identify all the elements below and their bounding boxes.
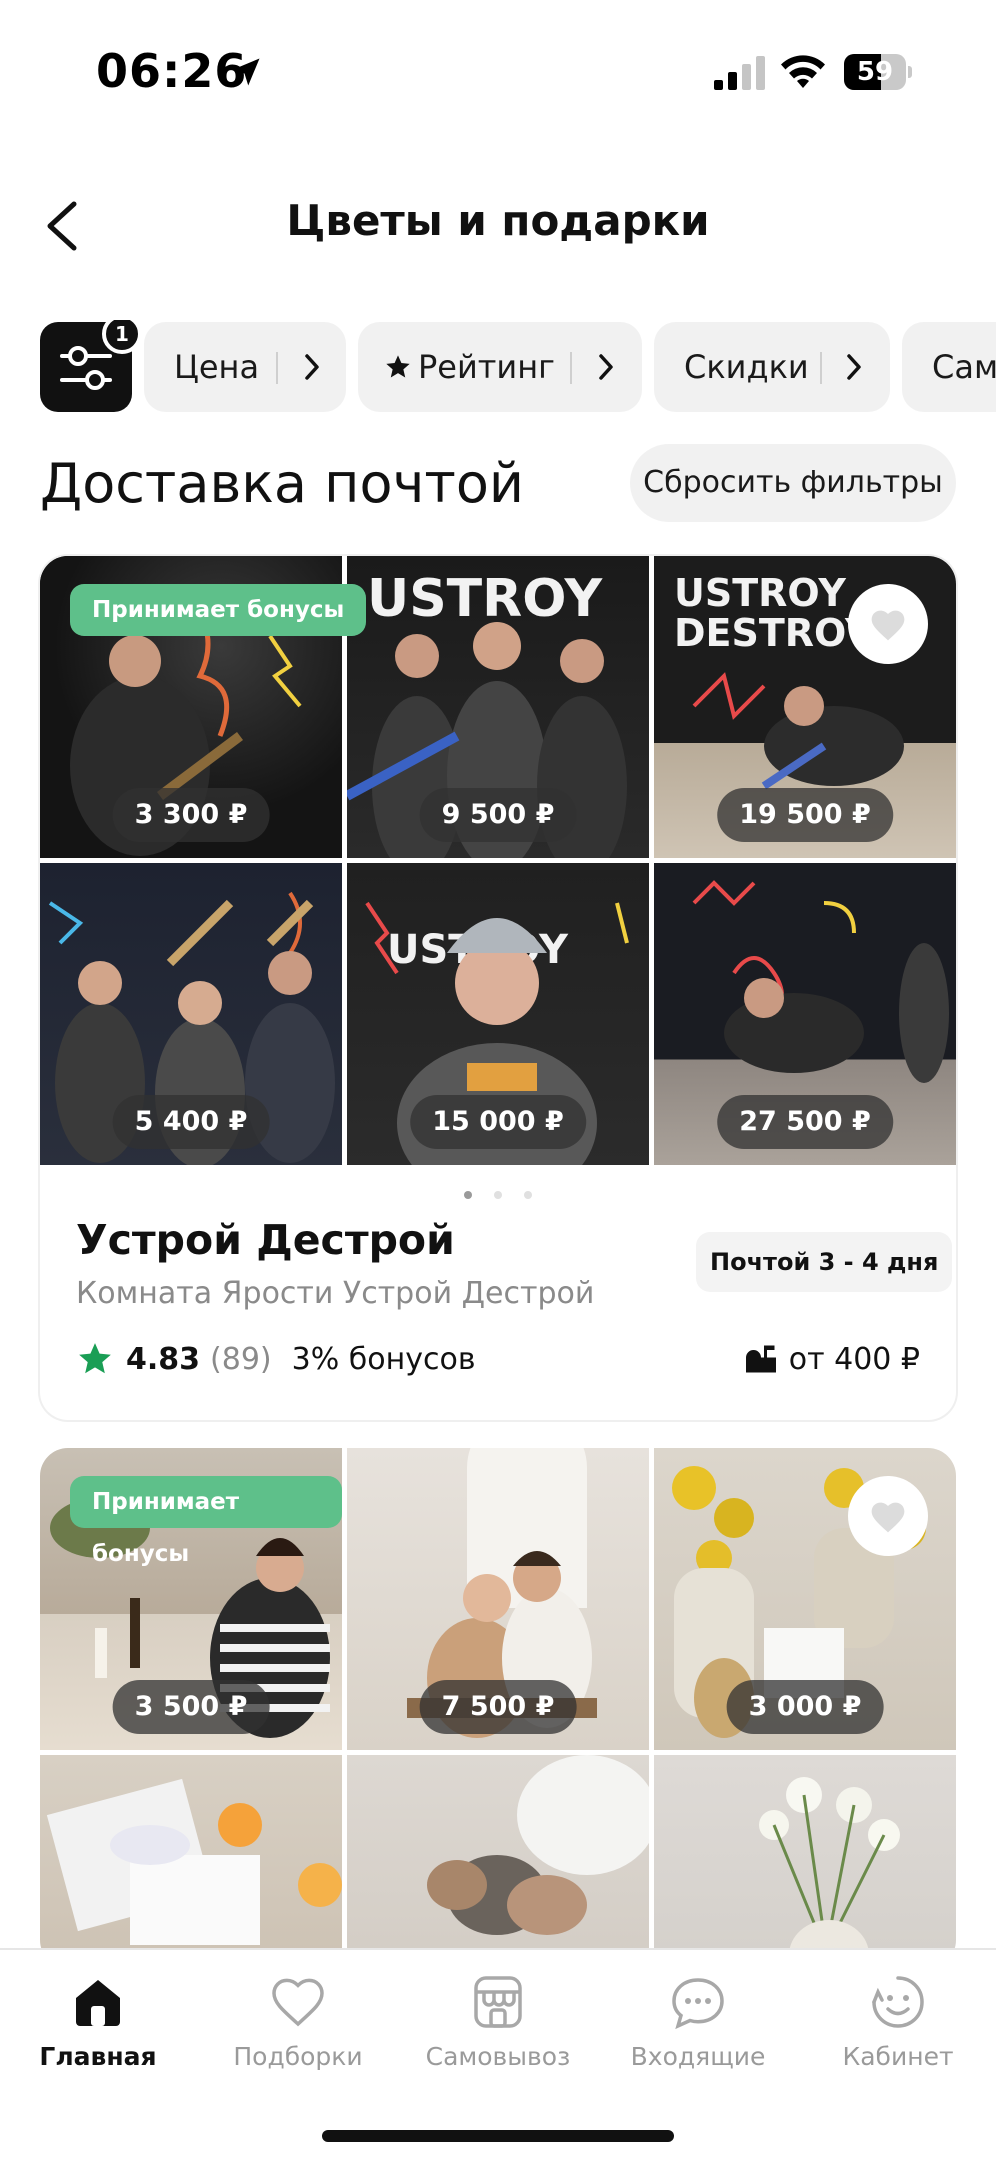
star-icon <box>79 1343 111 1374</box>
photo-tile[interactable]: USTROY 15 000 ₽ <box>347 863 649 1165</box>
pagination-dot <box>494 1191 502 1199</box>
chat-icon <box>672 1978 724 2030</box>
photo-tile[interactable]: Принимает бонусы 3 500 ₽ <box>40 1448 342 1750</box>
nav-profile[interactable]: Кабинет <box>808 1972 988 2071</box>
photo-tile[interactable]: 5 400 ₽ <box>40 863 342 1165</box>
bonus-badge: Принимает бонусы <box>70 1476 342 1567</box>
chevron-right-icon <box>847 354 861 380</box>
price-tag: 9 500 ₽ <box>419 788 577 842</box>
wifi-icon <box>781 55 825 88</box>
chip-label: Цена <box>174 348 260 386</box>
shipping-price: от 400 ₽ <box>743 1336 920 1382</box>
home-indicator <box>322 2130 674 2142</box>
pagination-dot <box>524 1191 532 1199</box>
home-icon <box>76 1980 120 2026</box>
heart-icon <box>272 1978 324 2027</box>
status-bar: 06:26 59 <box>0 0 996 140</box>
photo-gallery[interactable]: 3 300 ₽ USTROY 9 500 ₽ USTROY DESTROY 19 … <box>40 556 956 1168</box>
chip-label: Рейтинг <box>418 348 555 386</box>
photo-tile[interactable]: USTROY DESTROY 19 500 ₽ <box>654 556 956 858</box>
favorite-button[interactable] <box>848 1476 928 1556</box>
shop-card[interactable]: 3 300 ₽ USTROY 9 500 ₽ USTROY DESTROY 19 … <box>40 556 956 1420</box>
star-icon <box>386 355 410 378</box>
svg-text:USTROY: USTROY <box>367 569 604 629</box>
shop-name: Устрой Дестрой <box>76 1216 455 1264</box>
filter-count-badge: 1 <box>102 320 142 354</box>
photo-tile[interactable]: 27 500 ₽ <box>654 863 956 1165</box>
price-tag: 3 000 ₽ <box>726 1680 884 1734</box>
chip-label: Скидки <box>684 348 809 386</box>
page-title: Цветы и подарки <box>286 196 710 245</box>
photo-gallery[interactable]: Принимает бонусы 3 500 ₽ 7 500 ₽ 3 000 ₽ <box>40 1448 956 1968</box>
delivery-tag: Почтой 3 - 4 дня <box>696 1232 953 1292</box>
reset-filters-button[interactable]: Сбросить фильтры <box>630 444 956 522</box>
photo-tile[interactable] <box>347 1755 649 1968</box>
nav-label: Кабинет <box>842 2042 954 2071</box>
battery-indicator: 59 <box>844 54 912 90</box>
svg-text:DESTROY: DESTROY <box>674 611 873 655</box>
nav-collections[interactable]: Подборки <box>208 1972 388 2071</box>
nav-pickup[interactable]: Самовывоз <box>408 1972 588 2071</box>
nav-inbox[interactable]: Входящие <box>608 1972 788 2071</box>
shop-card[interactable]: Принимает бонусы 3 500 ₽ 7 500 ₽ 3 000 ₽ <box>40 1448 956 1968</box>
chevron-right-icon <box>599 354 613 380</box>
section-title: Доставка почтой <box>40 452 524 515</box>
photo-tile[interactable]: USTROY 9 500 ₽ <box>347 556 649 858</box>
nav-label: Главная <box>39 2042 157 2071</box>
photo-tile[interactable] <box>40 1755 342 1968</box>
heart-icon <box>871 610 905 641</box>
filter-chip-price[interactable]: Цена <box>144 322 346 412</box>
photo-tile[interactable] <box>654 1755 956 1968</box>
bottom-navigation: Главная Подборки Самовывоз Входящие Каби… <box>0 1948 996 2160</box>
shipping-label: от 400 ₽ <box>788 1341 920 1377</box>
filter-bar: 1 Цена Рейтинг Скидки Сам <box>0 320 996 414</box>
store-icon <box>474 1976 522 2028</box>
bonus-badge: Принимает бонусы <box>70 584 367 636</box>
favorite-button[interactable] <box>848 584 928 664</box>
price-tag: 5 400 ₽ <box>112 1095 270 1149</box>
review-count: (89) <box>210 1341 272 1377</box>
gallery-pagination <box>40 1184 956 1203</box>
heart-icon <box>871 1502 905 1533</box>
status-time: 06:26 <box>96 44 248 98</box>
filter-chip-pickup[interactable]: Сам <box>902 322 996 412</box>
nav-label: Самовывоз <box>425 2042 571 2071</box>
chip-label: Сам <box>932 348 996 386</box>
price-tag: 3 500 ₽ <box>112 1680 270 1734</box>
chevron-right-icon <box>305 354 319 380</box>
photo-tile[interactable]: 7 500 ₽ <box>347 1448 649 1750</box>
location-arrow-icon <box>232 58 260 86</box>
price-tag: 27 500 ₽ <box>717 1095 893 1149</box>
filter-chip-rating[interactable]: Рейтинг <box>358 322 642 412</box>
price-tag: 15 000 ₽ <box>410 1095 586 1149</box>
rating-row: 4.83 (89) 3% бонусов <box>76 1336 476 1382</box>
price-tag: 19 500 ₽ <box>717 788 893 842</box>
mailbox-icon <box>745 1345 776 1373</box>
price-tag: 7 500 ₽ <box>419 1680 577 1734</box>
filter-chip-discounts[interactable]: Скидки <box>654 322 890 412</box>
price-tag: 3 300 ₽ <box>112 788 270 842</box>
profile-icon <box>872 1976 924 2028</box>
nav-label: Подборки <box>233 2042 363 2071</box>
svg-text:USTROY: USTROY <box>674 571 846 615</box>
pagination-dot <box>464 1191 472 1199</box>
battery-percent: 59 <box>856 57 894 87</box>
photo-tile[interactable]: 3 000 ₽ <box>654 1448 956 1750</box>
nav-label: Входящие <box>630 2042 766 2071</box>
shop-subtitle: Комната Ярости Устрой Дестрой <box>76 1276 595 1311</box>
rating-value: 4.83 <box>126 1341 201 1377</box>
nav-home[interactable]: Главная <box>8 1972 188 2071</box>
cellular-signal-icon <box>714 56 765 90</box>
bonus-percent: 3% бонусов <box>291 1341 476 1377</box>
